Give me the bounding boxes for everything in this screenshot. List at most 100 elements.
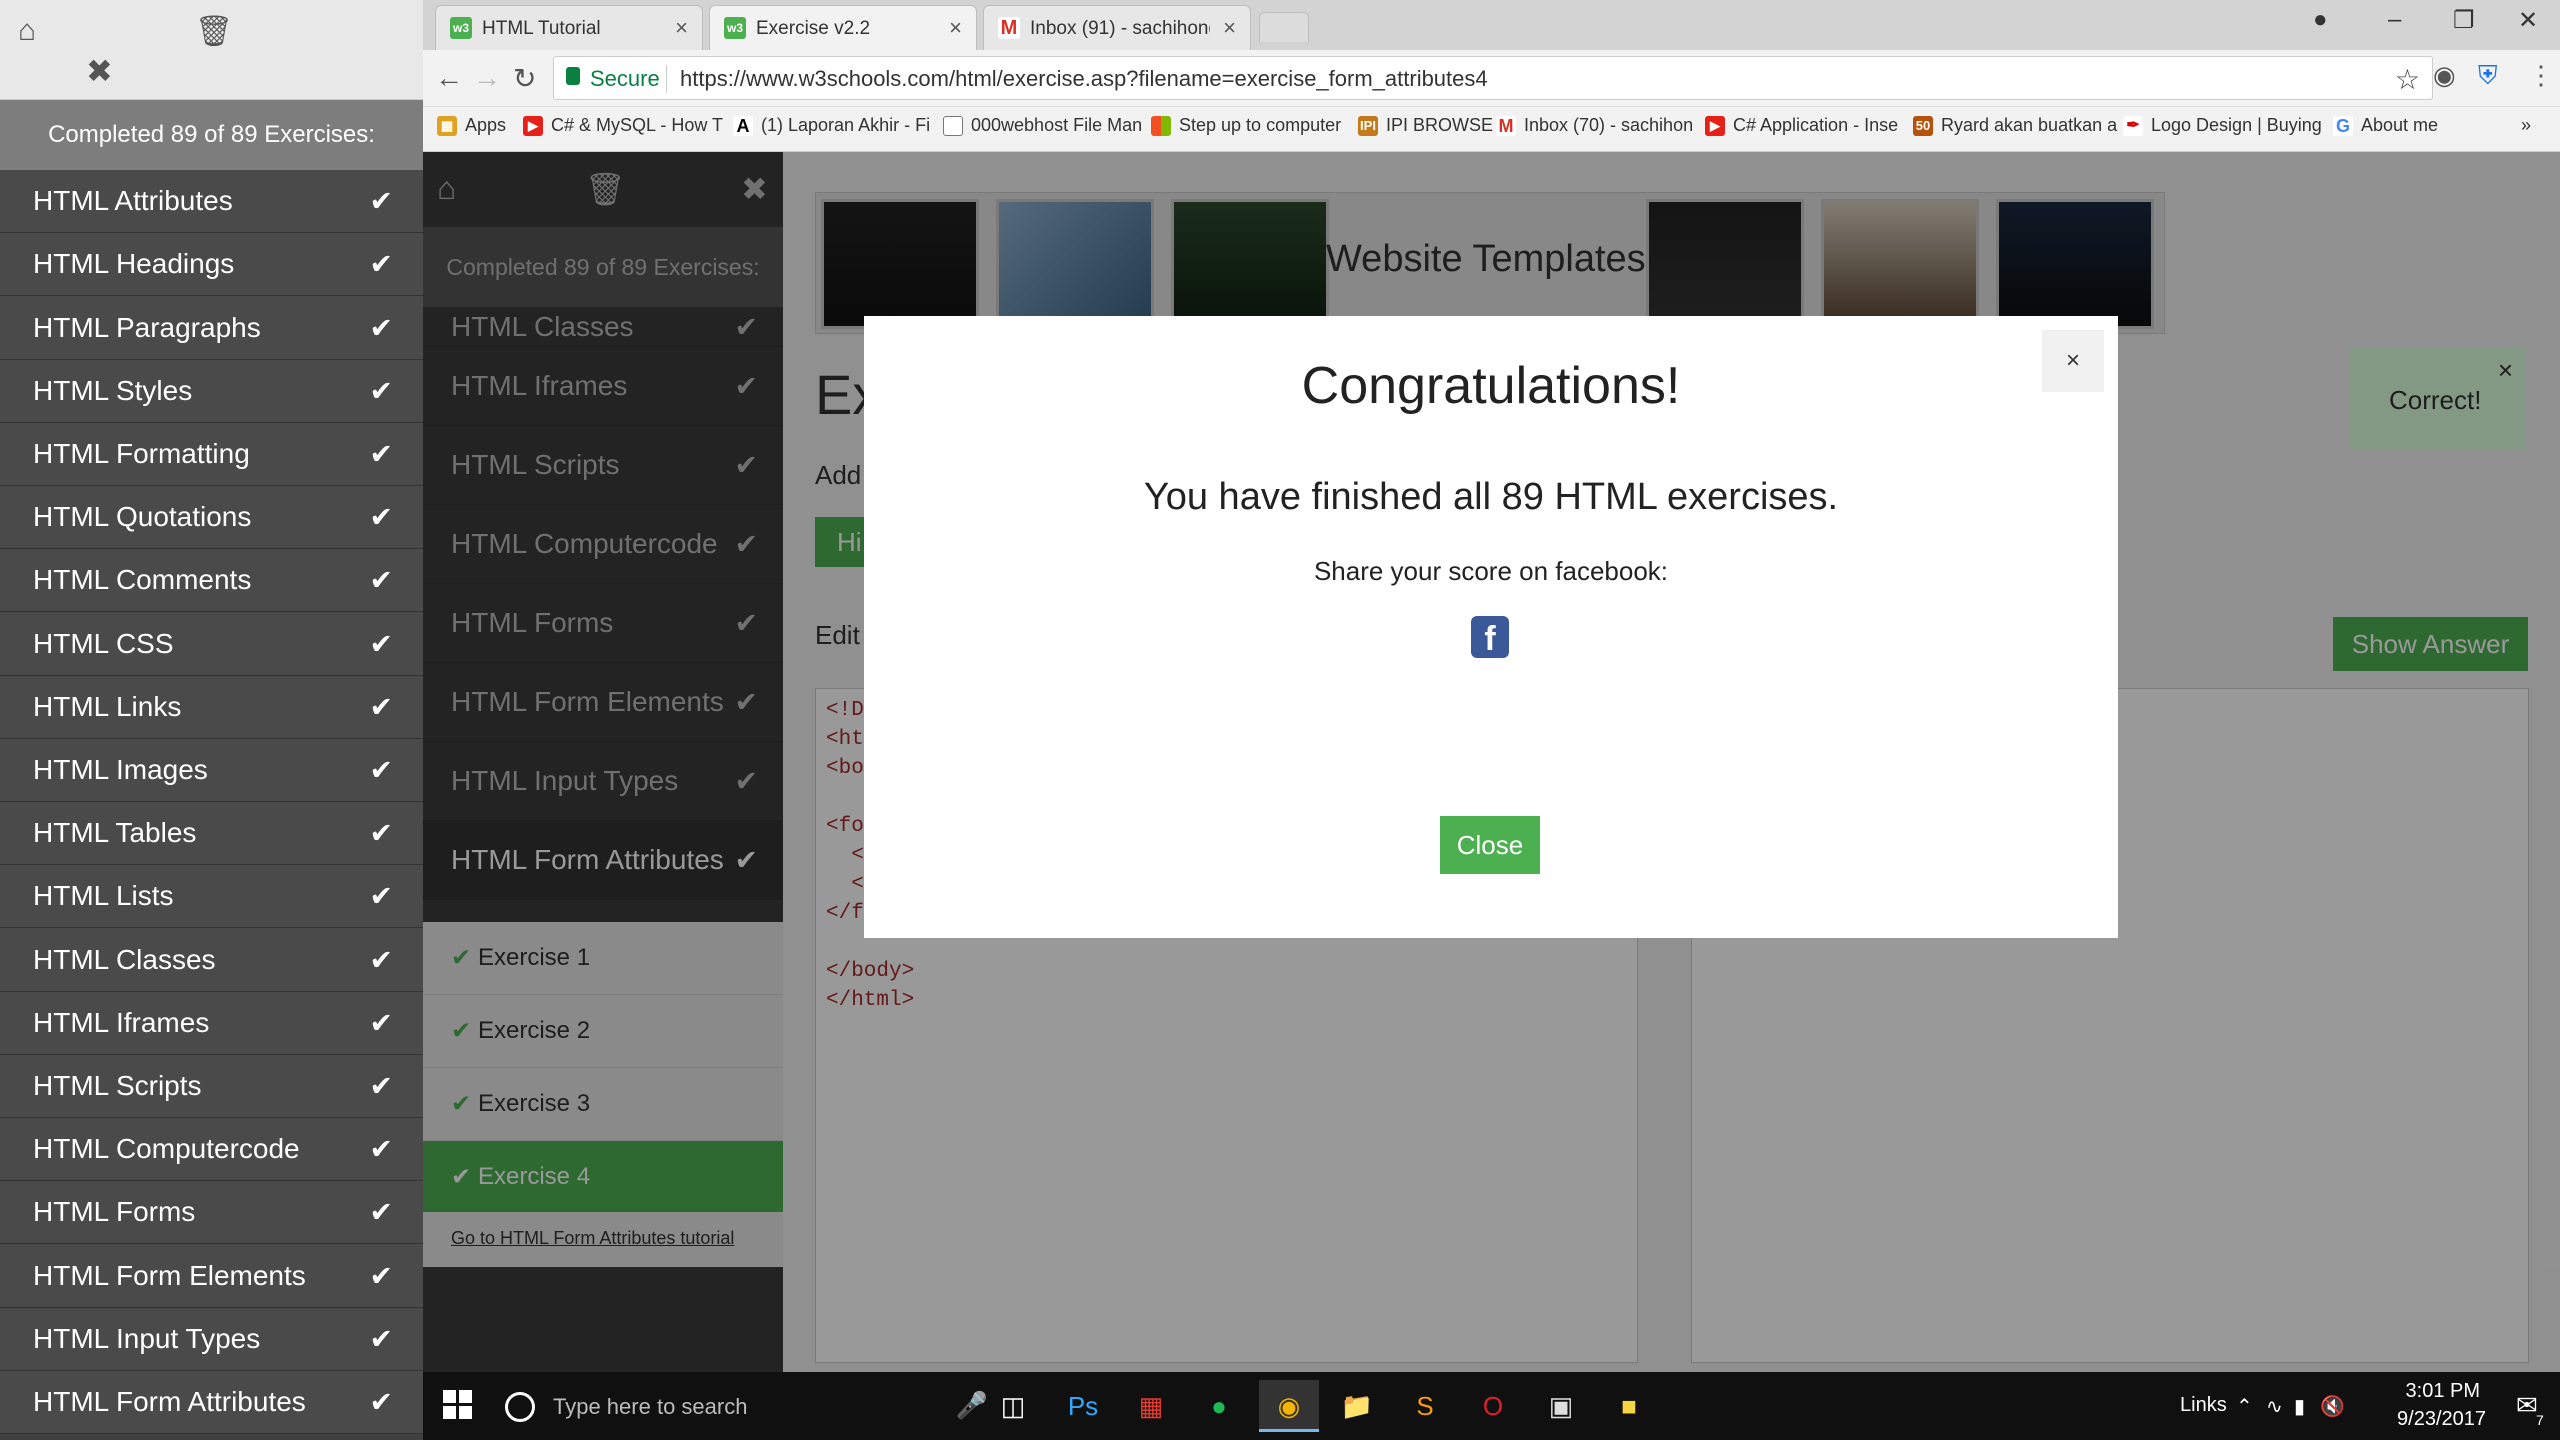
shield-icon[interactable]: ⛨ [2478,60,2498,92]
close-button[interactable]: Close [1440,816,1540,874]
cortana-icon [505,1392,535,1422]
menu-kebab-icon[interactable]: ⋮ [2528,60,2554,91]
bookmark-label: About me [2361,115,2439,135]
youtube-icon: ▶ [1705,116,1725,137]
windows-start-icon[interactable] [443,1390,473,1420]
file-explorer-icon[interactable]: 📁 [1327,1380,1387,1432]
minimize-icon[interactable]: – [2388,6,2401,34]
sidebar-item-label: HTML Classes [33,943,216,975]
sidebar-item[interactable]: HTML Scripts ✔ [0,1054,423,1119]
sidebar-item[interactable]: HTML Images ✔ [0,738,423,803]
bookmark-label: Ryard akan buatkan a [1941,115,2118,135]
sidebar-item[interactable]: HTML Links ✔ [0,675,423,739]
bookmark-apps[interactable]: ▦ Apps [437,115,506,137]
new-tab-button[interactable] [1259,12,1309,42]
facebook-icon[interactable]: f [1471,616,1509,658]
sidebar-item[interactable]: HTML Styles ✔ [0,359,423,423]
bookmark-item[interactable]: 000webhost File Man [943,115,1142,137]
windows-taskbar: Type here to search 🎤 ◫ Ps ▦ ● ◉ 📁 S O ▣… [423,1372,2560,1440]
tab-exercise[interactable]: w3 Exercise v2.2 × [709,5,977,50]
taskbar-search[interactable]: Type here to search 🎤 [493,1372,1008,1440]
tab-html-tutorial[interactable]: w3 HTML Tutorial × [435,5,703,50]
sidebar-item-label: HTML Headings [33,248,235,280]
back-icon[interactable]: ← [435,62,463,94]
sidebar-item[interactable]: HTML Comments ✔ [0,549,423,613]
tab-close-icon[interactable]: × [675,15,688,41]
bookmark-item[interactable]: ✒ Logo Design | Buying [2123,115,2322,137]
sidebar-item[interactable]: HTML Input Types ✔ [0,1307,423,1371]
sticky-notes-icon[interactable]: ■ [1599,1380,1659,1432]
links-toolbar[interactable]: Links [2180,1394,2227,1417]
reload-icon[interactable]: ↻ [513,62,536,95]
bookmark-star-icon[interactable]: ☆ [2395,63,2420,96]
sidebar-item[interactable]: HTML Computercode ✔ [0,1118,423,1182]
tray-chevron-up-icon[interactable]: ⌃ [2236,1394,2253,1419]
clock-date[interactable]: 9/23/2017 [2397,1408,2486,1431]
volume-muted-icon[interactable]: 🔇 [2320,1394,2345,1419]
w3schools-favicon-icon: w3 [724,17,746,39]
bookmark-item[interactable]: M Inbox (70) - sachihon [1496,115,1693,137]
wifi-icon[interactable]: ∿ [2266,1394,2283,1419]
share-prompt: Share your score on facebook: [1313,556,1669,586]
completed-count: Completed 89 of 89 Exercises: [0,100,423,170]
checkmark-icon: ✔ [369,564,393,596]
sidebar-item-label: HTML Tables [33,817,197,849]
w3schools-favicon-icon: w3 [450,17,472,39]
tab-close-icon[interactable]: × [949,15,962,41]
opera-icon[interactable]: O [1463,1380,1523,1432]
bookmark-label: IPI BROWSE [1386,115,1494,135]
sidebar-item[interactable]: HTML Tables ✔ [0,802,423,866]
ipi-icon: IPI [1358,116,1378,137]
trash-icon[interactable]: 🗑 [195,14,233,49]
chrome-icon[interactable]: ◉ [1259,1380,1319,1432]
spotify-icon[interactable]: ● [1189,1380,1249,1432]
profile-icon[interactable]: ● [2313,6,2328,34]
search-placeholder: Type here to search [553,1394,748,1419]
minecraft-icon[interactable]: ▦ [1121,1380,1181,1432]
sublime-text-icon[interactable]: S [1395,1380,1455,1432]
sidebar-item[interactable]: HTML Form Attributes ✔ [0,1370,423,1435]
checkmark-icon: ✔ [369,1323,393,1355]
sidebar-item[interactable]: HTML Iframes ✔ [0,991,423,1055]
tab-inbox[interactable]: M Inbox (91) - sachihongo... × [983,5,1251,50]
bookmark-item[interactable]: ▶ C# Application - Inse [1705,115,1898,137]
sidebar-item[interactable]: HTML Form Elements ✔ [0,1244,423,1308]
photoshop-icon[interactable]: Ps [1053,1380,1113,1432]
sidebar-item[interactable]: HTML Quotations ✔ [0,486,423,550]
tab-close-icon[interactable]: × [1223,15,1236,41]
home-icon[interactable]: ⌂ [18,14,36,48]
modal-message: You have finished all 89 HTML exercises. [1143,476,1839,518]
restore-icon[interactable]: ❐ [2453,6,2475,35]
bookmark-item[interactable]: A (1) Laporan Akhir - Fi [733,115,930,137]
sidebar-item[interactable]: HTML Forms ✔ [0,1181,423,1245]
bookmark-item[interactable]: 50 Ryard akan buatkan a [1913,115,2118,137]
sidebar-item[interactable]: HTML Classes ✔ [0,928,423,992]
sidebar-item[interactable]: HTML Headings ✔ [0,233,423,297]
battery-icon[interactable]: ▮ [2294,1394,2305,1419]
clock-time[interactable]: 3:01 PM [2406,1380,2480,1403]
bookmark-item[interactable]: IPI IPI BROWSE [1358,115,1494,137]
tab-title: Inbox (91) - sachihongo... [1030,18,1210,39]
forward-icon[interactable]: → [473,62,501,94]
task-view-icon[interactable]: ◫ [983,1380,1043,1432]
window-close-icon[interactable]: ✕ [2518,6,2538,35]
sidebar-item-label: HTML Form Elements [33,1259,306,1291]
sidebar-item[interactable]: HTML CSS ✔ [0,612,423,676]
outer-sidebar-toolbar: ⌂ 🗑 ✖ [0,0,423,100]
sidebar-item[interactable]: HTML Paragraphs ✔ [0,296,423,360]
url-input[interactable]: Secure https://www.w3schools.com/html/ex… [553,56,2433,100]
close-icon[interactable]: ✖ [86,52,113,90]
bookmark-item[interactable]: Step up to computer [1151,115,1341,137]
sidebar-item[interactable]: HTML Lists ✔ [0,865,423,929]
extension-icon[interactable]: ◉ [2433,60,2456,91]
app-window-icon[interactable]: ▣ [1531,1380,1591,1432]
sidebar-item[interactable]: HTML Formatting ✔ [0,422,423,487]
bookmark-item[interactable]: G About me [2333,115,2439,137]
checkmark-icon: ✔ [369,1386,393,1418]
notifications-icon[interactable]: ✉ [2516,1390,2538,1421]
bookmark-item[interactable]: ▶ C# & MySQL - How T [523,115,723,137]
secure-label: Secure [590,66,660,91]
more-bookmarks-icon[interactable]: » [2521,115,2531,136]
google-icon: G [2333,116,2353,137]
sidebar-item[interactable]: HTML Attributes ✔ [0,170,423,234]
